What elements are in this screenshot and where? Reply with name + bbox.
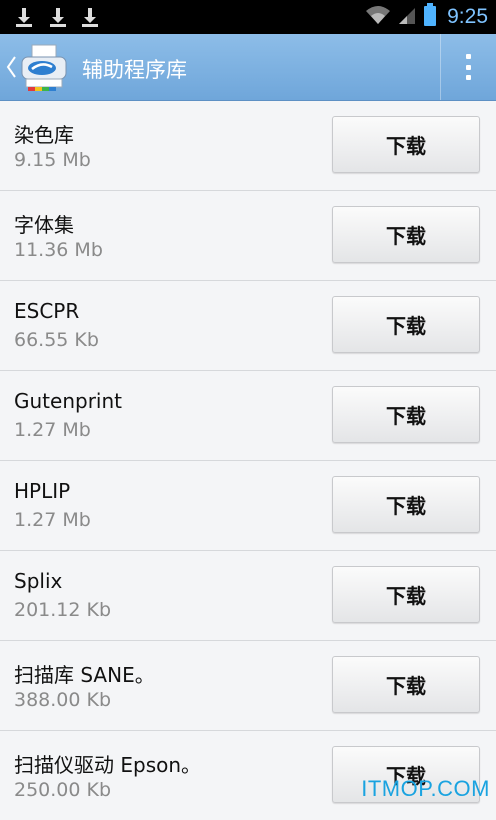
item-name: 染色库	[14, 123, 74, 147]
status-time: 9:25	[447, 5, 488, 28]
list-item: Splix 201.12 Kb 下载	[0, 551, 496, 641]
page-title: 辅助程序库	[82, 58, 187, 82]
download-button[interactable]: 下载	[332, 116, 480, 173]
list-item: 扫描库 SANE。 388.00 Kb 下载	[0, 641, 496, 731]
helper-library-list: 染色库 9.15 Mb 下载 字体集 11.36 Mb 下载 ESCPR 66.…	[0, 101, 496, 820]
item-name: Gutenprint	[14, 389, 122, 413]
item-size: 388.00 Kb	[14, 689, 112, 711]
item-size: 11.36 Mb	[14, 239, 103, 261]
item-size: 66.55 Kb	[14, 329, 99, 351]
item-name: Splix	[14, 569, 63, 593]
printer-app-icon[interactable]	[18, 41, 70, 93]
download-button[interactable]: 下载	[332, 656, 480, 713]
item-name: 扫描库 SANE。	[14, 663, 155, 687]
list-item: 字体集 11.36 Mb 下载	[0, 191, 496, 281]
item-name: 扫描仪驱动 Epson。	[14, 753, 202, 777]
item-size: 201.12 Kb	[14, 599, 112, 621]
download-icon	[80, 6, 100, 28]
download-icon	[48, 6, 68, 28]
download-button[interactable]: 下载	[332, 386, 480, 443]
action-bar: 辅助程序库	[0, 34, 496, 101]
status-bar: 9:25	[0, 0, 496, 34]
battery-icon	[423, 3, 437, 31]
signal-icon	[397, 4, 417, 30]
item-size: 250.00 Kb	[14, 779, 112, 801]
overflow-menu-icon[interactable]	[460, 54, 476, 80]
download-button[interactable]: 下载	[332, 206, 480, 263]
list-item: HPLIP 1.27 Mb 下载	[0, 461, 496, 551]
chevron-left-icon[interactable]	[4, 55, 18, 79]
list-item: Gutenprint 1.27 Mb 下载	[0, 371, 496, 461]
item-name: 字体集	[14, 213, 74, 237]
item-size: 1.27 Mb	[14, 419, 91, 441]
divider	[440, 34, 441, 100]
item-size: 1.27 Mb	[14, 509, 91, 531]
download-button[interactable]: 下载	[332, 476, 480, 533]
item-name: HPLIP	[14, 479, 71, 503]
item-name: ESCPR	[14, 299, 80, 323]
watermark: ITMOP.COM	[361, 776, 490, 801]
download-icon	[14, 6, 34, 28]
item-size: 9.15 Mb	[14, 149, 91, 171]
wifi-icon	[365, 4, 391, 30]
download-button[interactable]: 下载	[332, 296, 480, 353]
download-button[interactable]: 下载	[332, 566, 480, 623]
list-item: 染色库 9.15 Mb 下载	[0, 101, 496, 191]
list-item: ESCPR 66.55 Kb 下载	[0, 281, 496, 371]
